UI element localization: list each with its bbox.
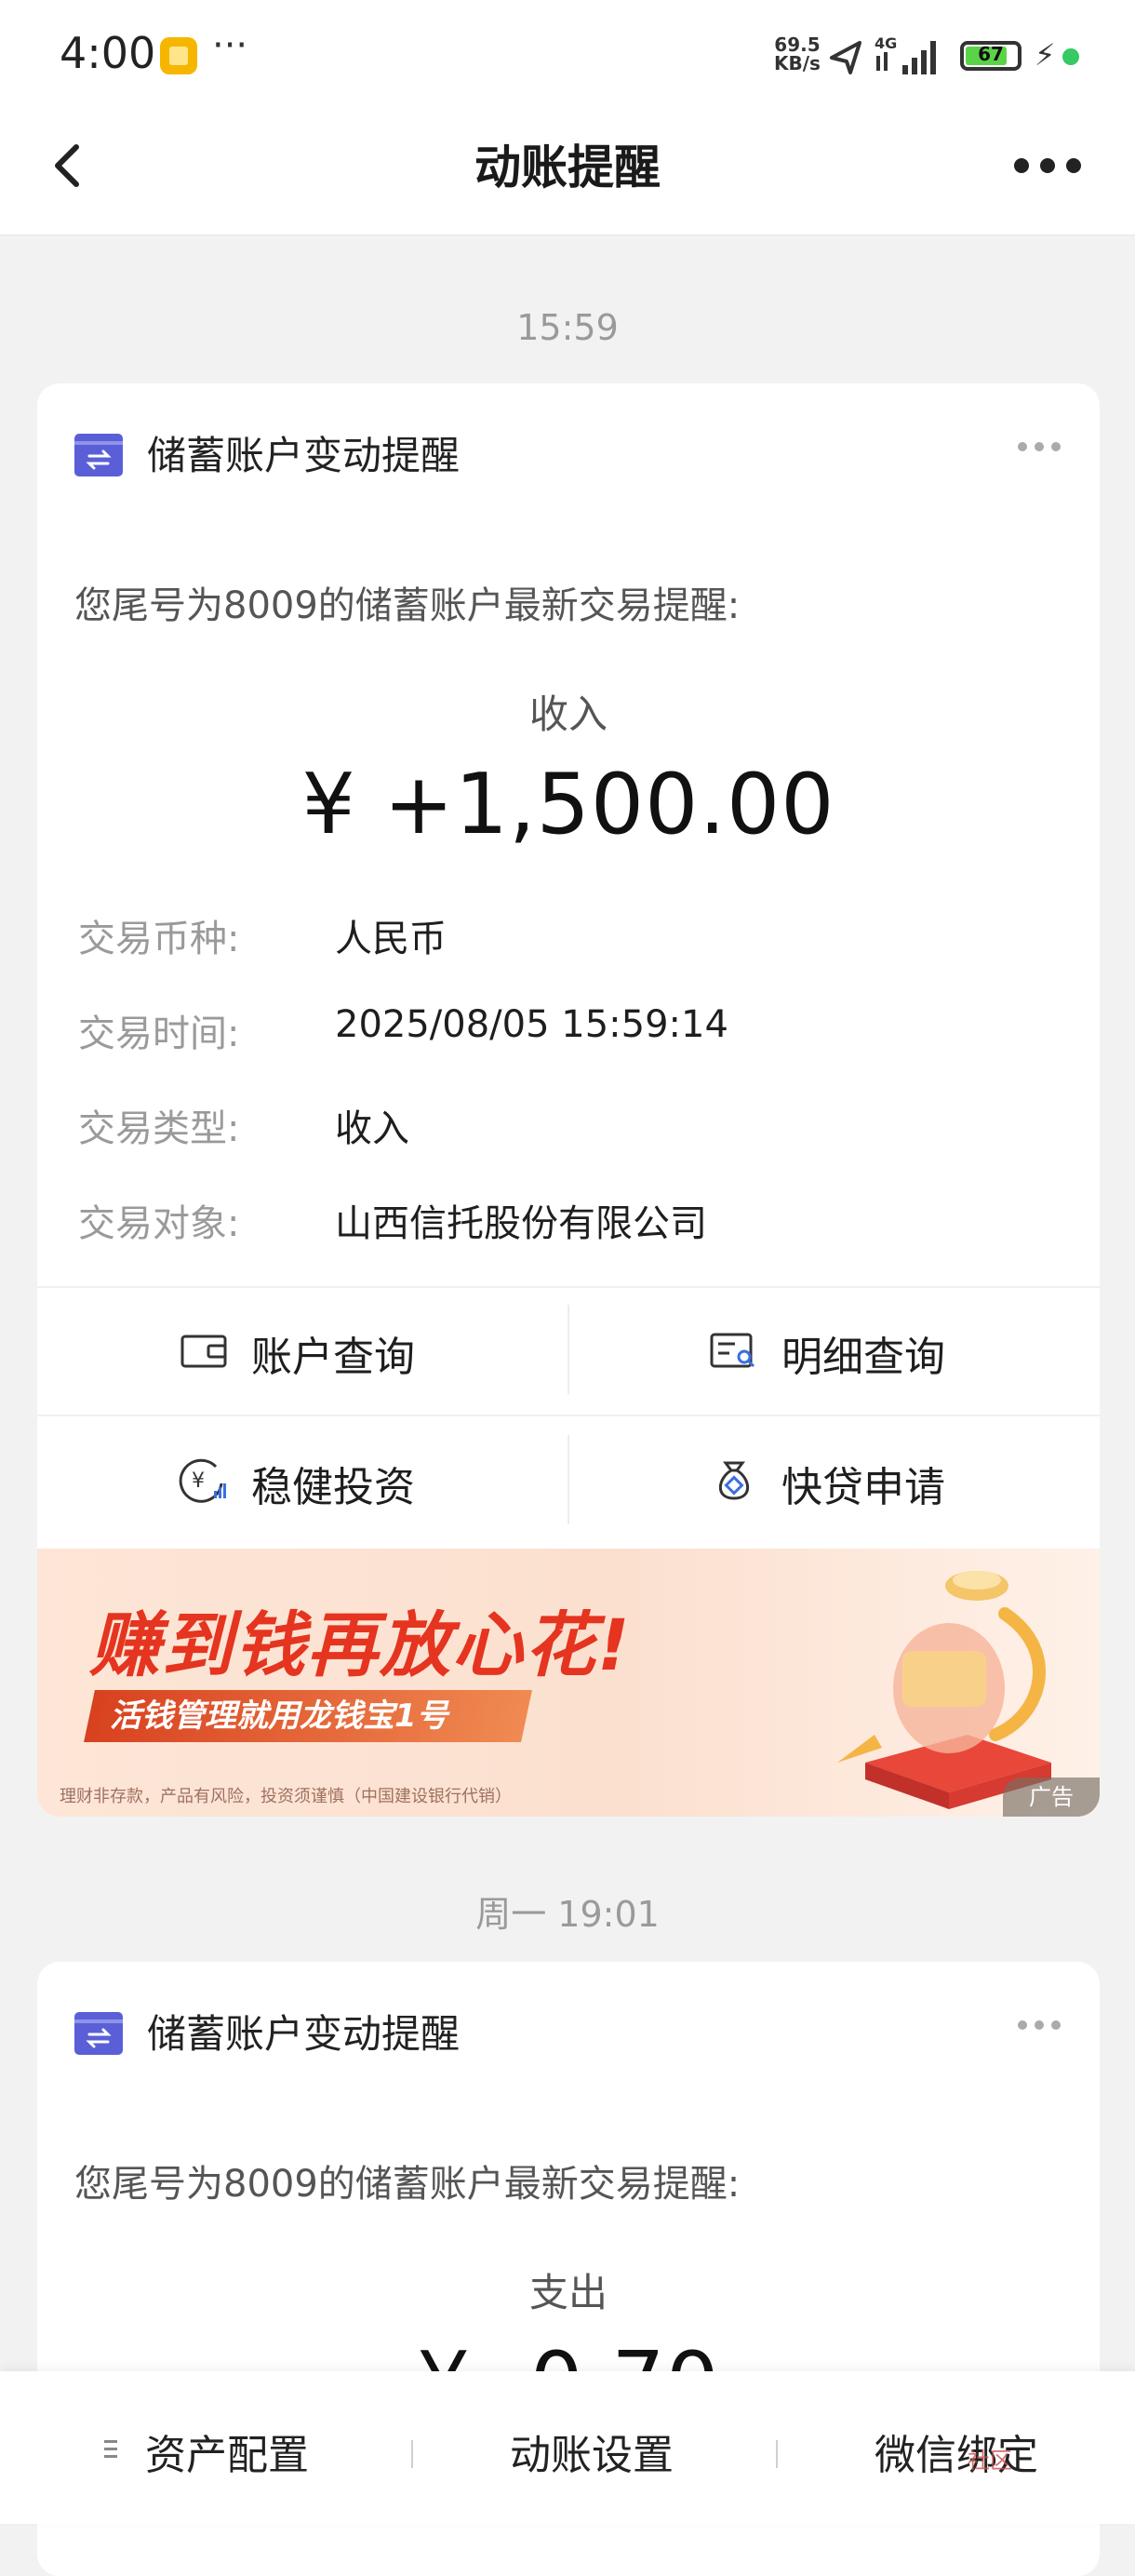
status-bar: 4:00 ··· 69.5 KB/s 4G 67 ⚡	[0, 0, 1135, 112]
divider	[411, 2440, 413, 2468]
investment-coin-icon: ¥	[179, 1458, 226, 1503]
banner-headline: 赚到钱再放心花!	[89, 1603, 632, 1686]
account-query-button[interactable]: 账户查询	[37, 1286, 568, 1415]
detail-query-button[interactable]: 明细查询	[569, 1286, 1100, 1415]
coin-illustration	[837, 1571, 1051, 1809]
transaction-card: 储蓄账户变动提醒 您尾号为8009的储蓄账户最新交易提醒: 收入 ¥ +1,50…	[37, 383, 1100, 1817]
statement-search-icon	[710, 1333, 755, 1368]
transaction-kind: 收入	[528, 691, 608, 737]
detail-label: 交易时间:	[78, 1013, 240, 1055]
signal-icon: 4G	[830, 34, 936, 74]
wechat-binding-menu[interactable]: 微信绑定	[875, 2422, 1038, 2481]
card-more-icon[interactable]	[1016, 437, 1062, 456]
detail-value: 人民币	[335, 918, 447, 960]
detail-label: 交易对象:	[78, 1202, 240, 1245]
banner-subtitle-text: 活钱管理就用龙钱宝1号	[110, 1697, 448, 1735]
more-notifications-icon: ···	[212, 24, 248, 67]
account-card-icon	[74, 434, 123, 476]
action-label: 稳健投资	[251, 1464, 415, 1511]
card-header: 储蓄账户变动提醒	[37, 383, 1100, 532]
ad-badge: 广告	[1003, 1778, 1100, 1817]
transaction-settings-menu[interactable]: 动账设置	[510, 2422, 674, 2481]
quick-loan-button[interactable]: 快贷申请	[569, 1416, 1100, 1545]
wallet-icon	[180, 1335, 227, 1368]
loan-bag-icon	[718, 1461, 750, 1500]
svg-text:¥: ¥	[192, 1469, 205, 1493]
network-speed-value: 69.5	[774, 34, 821, 56]
message-timestamp: 15:59	[516, 307, 619, 348]
divider	[776, 2440, 778, 2468]
bottom-menu-bar: 资产配置 动账设置 微信绑定 社区	[0, 2371, 1135, 2524]
steady-investment-button[interactable]: ¥ 稳健投资	[37, 1416, 568, 1545]
promo-banner[interactable]: 赚到钱再放心花! 活钱管理就用龙钱宝1号 理财非存款，产品有风险，投资须谨慎（中…	[37, 1549, 1100, 1817]
privacy-indicator-icon	[1062, 48, 1079, 65]
card-title: 储蓄账户变动提醒	[147, 2011, 461, 2057]
action-label: 明细查询	[781, 1334, 945, 1381]
action-label: 快贷申请	[781, 1464, 945, 1511]
banner-subtitle: 活钱管理就用龙钱宝1号	[84, 1690, 532, 1742]
watermark-logo: 社区	[968, 2448, 1012, 2474]
transaction-intro: 您尾号为8009的储蓄账户最新交易提醒:	[74, 584, 741, 627]
notification-app-icon	[160, 37, 197, 74]
detail-value: 收入	[335, 1107, 409, 1150]
transaction-kind: 支出	[528, 2270, 608, 2315]
card-more-icon[interactable]	[1016, 2016, 1062, 2034]
transaction-intro: 您尾号为8009的储蓄账户最新交易提醒:	[74, 2163, 741, 2206]
message-timestamp: 周一 19:01	[475, 1894, 660, 1935]
page-title: 动账提醒	[474, 141, 661, 195]
network-speed-unit: KB/s	[774, 52, 821, 74]
battery-level: 67	[978, 43, 1004, 65]
asset-allocation-menu[interactable]: 资产配置	[145, 2422, 309, 2481]
detail-label: 交易币种:	[78, 918, 240, 960]
menu-icon	[104, 2440, 117, 2458]
card-header: 储蓄账户变动提醒	[37, 1962, 1100, 2111]
card-title: 储蓄账户变动提醒	[147, 433, 461, 478]
quick-actions: 账户查询 明细查询 ¥ 稳健投资 快贷申请	[37, 1286, 1100, 1547]
more-options-icon[interactable]	[1010, 138, 1085, 194]
action-label: 账户查询	[251, 1334, 415, 1381]
top-navigation-bar: 动账提醒	[0, 112, 1135, 235]
network-speed: 69.5 KB/s	[774, 35, 821, 73]
svg-text:4G: 4G	[875, 34, 897, 52]
transaction-amount: ¥ +1,500.00	[301, 756, 835, 853]
account-card-icon	[74, 2012, 123, 2055]
battery-icon: 67	[960, 41, 1022, 71]
charging-icon: ⚡	[1035, 37, 1056, 73]
banner-disclaimer: 理财非存款，产品有风险，投资须谨慎（中国建设银行代销）	[60, 1787, 512, 1806]
detail-value: 山西信托股份有限公司	[335, 1202, 707, 1245]
detail-value: 2025/08/05 15:59:14	[335, 1003, 728, 1046]
detail-label: 交易类型:	[78, 1107, 240, 1150]
status-time: 4:00	[60, 28, 156, 78]
